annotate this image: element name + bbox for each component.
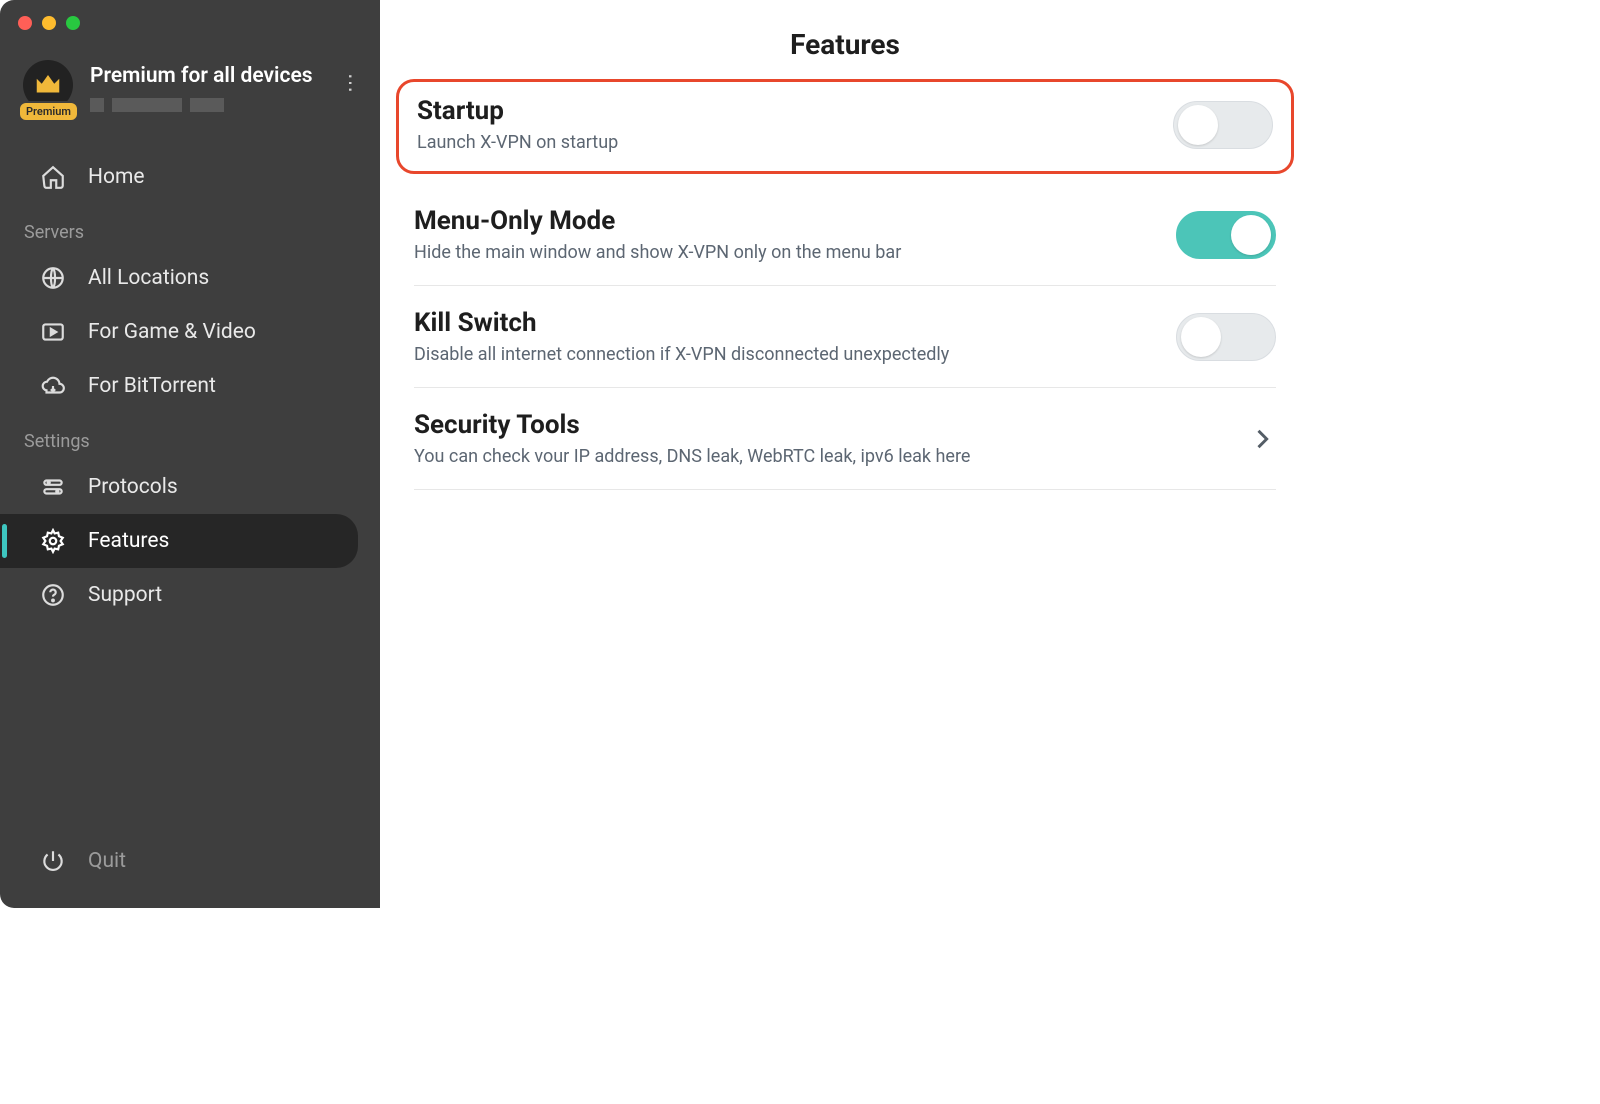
gear-icon bbox=[40, 528, 66, 554]
feature-startup: Startup Launch X-VPN on startup bbox=[396, 79, 1294, 174]
feature-desc: Launch X-VPN on startup bbox=[417, 132, 618, 153]
feature-desc: You can check vour IP address, DNS leak,… bbox=[414, 446, 970, 467]
globe-icon bbox=[40, 265, 66, 291]
play-icon bbox=[40, 319, 66, 345]
feature-title: Menu-Only Mode bbox=[414, 206, 901, 236]
sidebar-item-label: Support bbox=[88, 583, 162, 607]
sidebar-item-label: Home bbox=[88, 165, 145, 189]
sidebar-item-support[interactable]: Support bbox=[0, 568, 358, 622]
feature-menu-only-mode: Menu-Only Mode Hide the main window and … bbox=[414, 184, 1276, 285]
fullscreen-window-button[interactable] bbox=[66, 16, 80, 30]
account-more-button[interactable]: ⋯ bbox=[339, 73, 363, 95]
feature-security-tools[interactable]: Security Tools You can check vour IP add… bbox=[414, 387, 1276, 490]
account-avatar: Premium bbox=[20, 60, 76, 116]
main-panel: Features Startup Launch X-VPN on startup… bbox=[380, 0, 1310, 908]
toggle-startup[interactable] bbox=[1173, 101, 1273, 149]
sidebar-item-label: Protocols bbox=[88, 475, 178, 499]
help-icon bbox=[40, 582, 66, 608]
account-obscured-info bbox=[90, 98, 313, 112]
toggle-kill-switch[interactable] bbox=[1176, 313, 1276, 361]
sidebar-item-label: For Game & Video bbox=[88, 320, 256, 344]
sidebar-item-label: Features bbox=[88, 529, 169, 553]
sidebar-section-settings: Settings bbox=[0, 413, 380, 460]
feature-desc: Disable all internet connection if X-VPN… bbox=[414, 344, 949, 365]
crown-icon bbox=[33, 70, 63, 100]
sidebar-item-game-video[interactable]: For Game & Video bbox=[0, 305, 358, 359]
close-window-button[interactable] bbox=[18, 16, 32, 30]
sidebar-item-bittorrent[interactable]: For BitTorrent bbox=[0, 359, 358, 413]
feature-title: Startup bbox=[417, 96, 618, 126]
chevron-right-icon bbox=[1248, 425, 1276, 453]
sidebar-item-features[interactable]: Features bbox=[0, 514, 358, 568]
feature-title: Security Tools bbox=[414, 410, 970, 440]
quit-button[interactable]: Quit bbox=[0, 824, 380, 908]
account-header: Premium Premium for all devices ⋯ bbox=[0, 30, 380, 126]
home-icon bbox=[40, 164, 66, 190]
sidebar-item-label: All Locations bbox=[88, 266, 209, 290]
window-controls bbox=[0, 0, 380, 30]
protocols-icon bbox=[40, 474, 66, 500]
feature-desc: Hide the main window and show X-VPN only… bbox=[414, 242, 901, 263]
quit-label: Quit bbox=[88, 849, 126, 873]
power-icon bbox=[40, 848, 66, 874]
cloud-download-icon bbox=[40, 373, 66, 399]
sidebar-item-home[interactable]: Home bbox=[0, 150, 358, 204]
account-title: Premium for all devices bbox=[90, 64, 313, 88]
sidebar-item-label: For BitTorrent bbox=[88, 374, 216, 398]
sidebar: Premium Premium for all devices ⋯ Home S… bbox=[0, 0, 380, 908]
toggle-menu-only-mode[interactable] bbox=[1176, 211, 1276, 259]
sidebar-section-servers: Servers bbox=[0, 204, 380, 251]
minimize-window-button[interactable] bbox=[42, 16, 56, 30]
app-window: Premium Premium for all devices ⋯ Home S… bbox=[0, 0, 1310, 908]
sidebar-item-all-locations[interactable]: All Locations bbox=[0, 251, 358, 305]
page-title: Features bbox=[414, 28, 1276, 61]
premium-badge: Premium bbox=[18, 101, 79, 122]
feature-kill-switch: Kill Switch Disable all internet connect… bbox=[414, 285, 1276, 387]
feature-title: Kill Switch bbox=[414, 308, 949, 338]
sidebar-nav: Home Servers All Locations For Game & Vi… bbox=[0, 150, 380, 622]
sidebar-item-protocols[interactable]: Protocols bbox=[0, 460, 358, 514]
